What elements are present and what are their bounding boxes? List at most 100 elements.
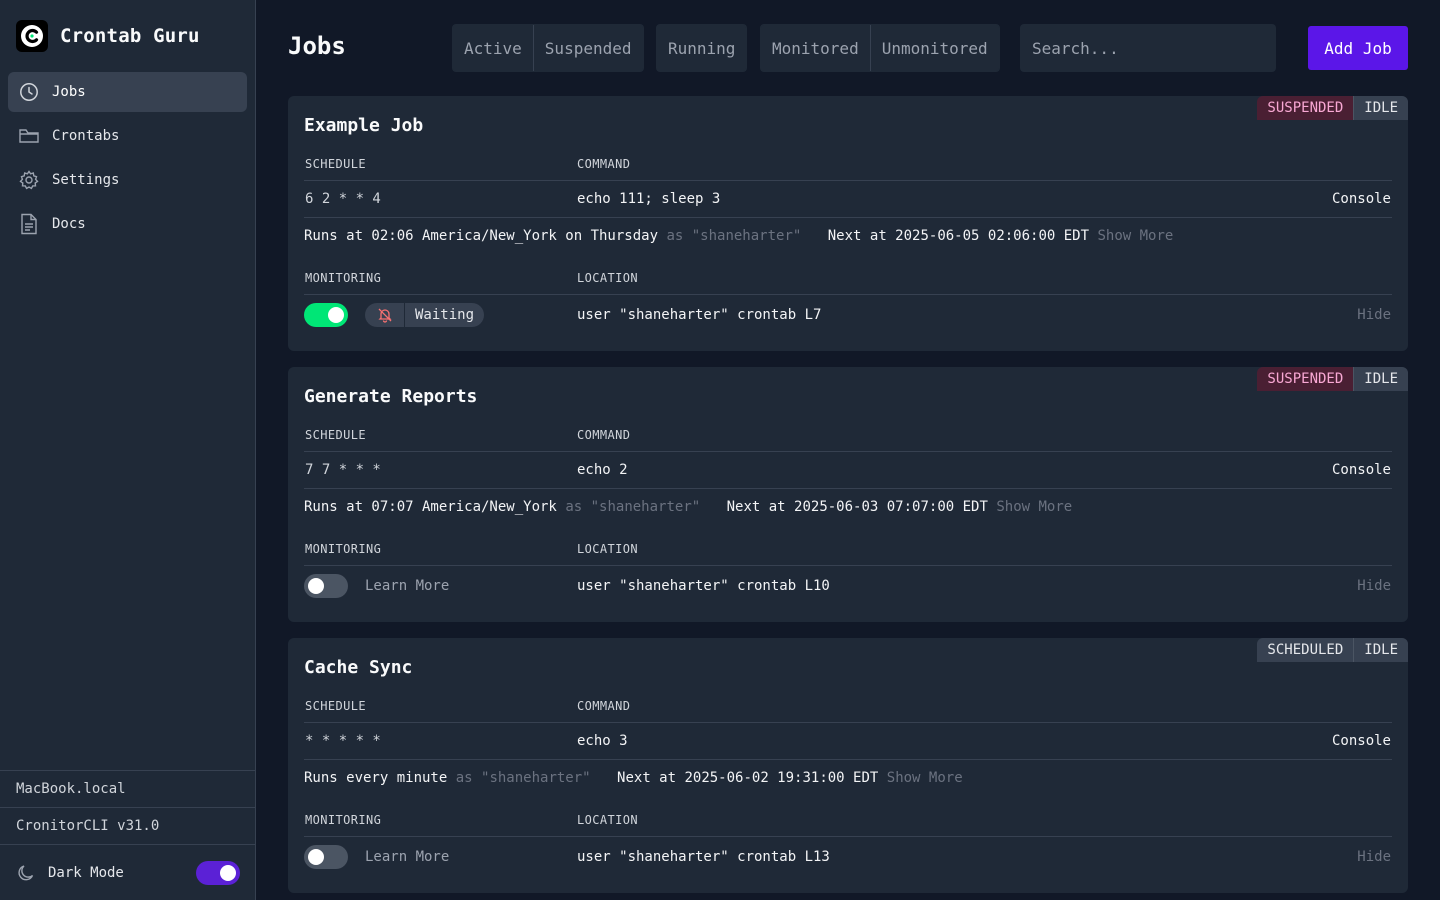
bell-off-icon [365, 303, 405, 327]
cli-version: CronitorCLI v31.0 [0, 807, 256, 844]
command-header: COMMAND [577, 428, 631, 442]
location-header: LOCATION [577, 542, 638, 556]
sidebar-footer: MacBook.local CronitorCLI v31.0 Dark Mod… [0, 770, 256, 900]
sidebar-item-docs[interactable]: Docs [8, 204, 247, 244]
runs-text: Runs at 02:06 America/New_York on Thursd… [304, 228, 659, 244]
job-title[interactable]: Example Job [304, 115, 423, 136]
app-name: Crontab Guru [60, 25, 200, 47]
job-badges: SUSPENDED IDLE [1257, 96, 1408, 120]
hide-link[interactable]: Hide [1357, 578, 1391, 594]
state-badge: IDLE [1353, 96, 1408, 120]
monitor-status-text: Waiting [415, 307, 475, 323]
job-title[interactable]: Cache Sync [304, 657, 412, 678]
dark-mode-toggle[interactable] [196, 860, 240, 885]
monitoring-header: MONITORING [305, 271, 382, 285]
console-link[interactable]: Console [1332, 733, 1391, 749]
gear-icon [18, 169, 40, 191]
command-header: COMMAND [577, 157, 631, 171]
toggle-knob [308, 578, 324, 594]
run-as-user: as "shaneharter" [565, 499, 701, 515]
status-filter-group: Active Suspended [452, 24, 644, 72]
learn-more-link[interactable]: Learn More [365, 578, 449, 594]
run-description: Runs at 07:07 America/New_York as "shane… [304, 499, 1072, 515]
sidebar-item-crontabs[interactable]: Crontabs [8, 116, 247, 156]
run-description: Runs at 02:06 America/New_York on Thursd… [304, 228, 1173, 244]
crontab-guru-logo-icon [16, 20, 48, 52]
schedule-value[interactable]: 6 2 * * 4 [305, 191, 381, 207]
console-link[interactable]: Console [1332, 462, 1391, 478]
schedule-value[interactable]: 7 7 * * * [305, 462, 381, 478]
filter-active-button[interactable]: Active [453, 25, 533, 71]
sidebar-item-label: Crontabs [52, 128, 120, 144]
divider [304, 180, 1392, 181]
page-title: Jobs [288, 32, 346, 60]
run-as-user: as "shaneharter" [455, 770, 591, 786]
running-filter-group: Running [656, 24, 748, 72]
schedule-header: SCHEDULE [305, 428, 366, 442]
document-icon [18, 213, 40, 235]
filter-unmonitored-button[interactable]: Unmonitored [869, 25, 999, 71]
filter-running-button[interactable]: Running [657, 25, 746, 71]
schedule-header: SCHEDULE [305, 157, 366, 171]
job-badges: SCHEDULED IDLE [1257, 638, 1408, 662]
toggle-knob [308, 849, 324, 865]
sidebar-item-label: Settings [52, 172, 120, 188]
state-badge: IDLE [1353, 367, 1408, 391]
job-badges: SUSPENDED IDLE [1257, 367, 1408, 391]
dark-mode-label: Dark Mode [48, 864, 124, 881]
sidebar-item-label: Docs [52, 216, 86, 232]
brand[interactable]: Crontab Guru [16, 20, 200, 52]
schedule-header: SCHEDULE [305, 699, 366, 713]
sidebar-nav: Jobs Crontabs Settings Docs [8, 72, 247, 248]
monitoring-toggle[interactable] [304, 303, 348, 327]
host-name: MacBook.local [0, 770, 256, 807]
command-value[interactable]: echo 3 [577, 733, 628, 749]
status-badge: SUSPENDED [1257, 96, 1354, 120]
location-header: LOCATION [577, 271, 638, 285]
run-as-user: as "shaneharter" [666, 228, 802, 244]
divider [304, 565, 1392, 566]
next-run: Next at 2025-06-03 07:07:00 EDT [726, 499, 988, 515]
divider [304, 722, 1392, 723]
toggle-knob [220, 864, 236, 881]
hide-link[interactable]: Hide [1357, 849, 1391, 865]
divider [304, 488, 1392, 489]
location-value: user "shaneharter" crontab L7 [577, 307, 822, 323]
learn-more-link[interactable]: Learn More [365, 849, 449, 865]
sidebar-item-jobs[interactable]: Jobs [8, 72, 247, 112]
show-more-link[interactable]: Show More [996, 499, 1072, 515]
command-header: COMMAND [577, 699, 631, 713]
divider [304, 836, 1392, 837]
monitor-filter-group: Monitored Unmonitored [760, 24, 1000, 72]
state-badge: IDLE [1353, 638, 1408, 662]
clock-icon [18, 81, 40, 103]
job-card: SUSPENDED IDLE Example Job SCHEDULE COMM… [288, 96, 1408, 351]
console-link[interactable]: Console [1332, 191, 1391, 207]
show-more-link[interactable]: Show More [1097, 228, 1173, 244]
command-value[interactable]: echo 2 [577, 462, 628, 478]
hide-link[interactable]: Hide [1357, 307, 1391, 323]
location-value: user "shaneharter" crontab L13 [577, 849, 830, 865]
monitoring-toggle[interactable] [304, 845, 348, 869]
divider [304, 217, 1392, 218]
job-card: SCHEDULED IDLE Cache Sync SCHEDULE COMMA… [288, 638, 1408, 893]
search-input[interactable] [1020, 24, 1276, 72]
next-run: Next at 2025-06-05 02:06:00 EDT [827, 228, 1090, 244]
command-value[interactable]: echo 111; sleep 3 [577, 191, 720, 207]
runs-text: Runs at 07:07 America/New_York [304, 499, 557, 515]
dark-mode-row: Dark Mode [0, 844, 256, 900]
filter-monitored-button[interactable]: Monitored [761, 25, 870, 71]
job-title[interactable]: Generate Reports [304, 386, 477, 407]
sidebar-item-settings[interactable]: Settings [8, 160, 247, 200]
divider [304, 759, 1392, 760]
filter-suspended-button[interactable]: Suspended [532, 25, 643, 71]
toggle-knob [328, 307, 344, 323]
divider [304, 451, 1392, 452]
monitoring-toggle[interactable] [304, 574, 348, 598]
moon-icon [16, 863, 36, 883]
add-job-button[interactable]: Add Job [1308, 26, 1408, 70]
schedule-value[interactable]: * * * * * [305, 733, 381, 749]
monitoring-header: MONITORING [305, 813, 382, 827]
show-more-link[interactable]: Show More [887, 770, 963, 786]
job-card: SUSPENDED IDLE Generate Reports SCHEDULE… [288, 367, 1408, 622]
